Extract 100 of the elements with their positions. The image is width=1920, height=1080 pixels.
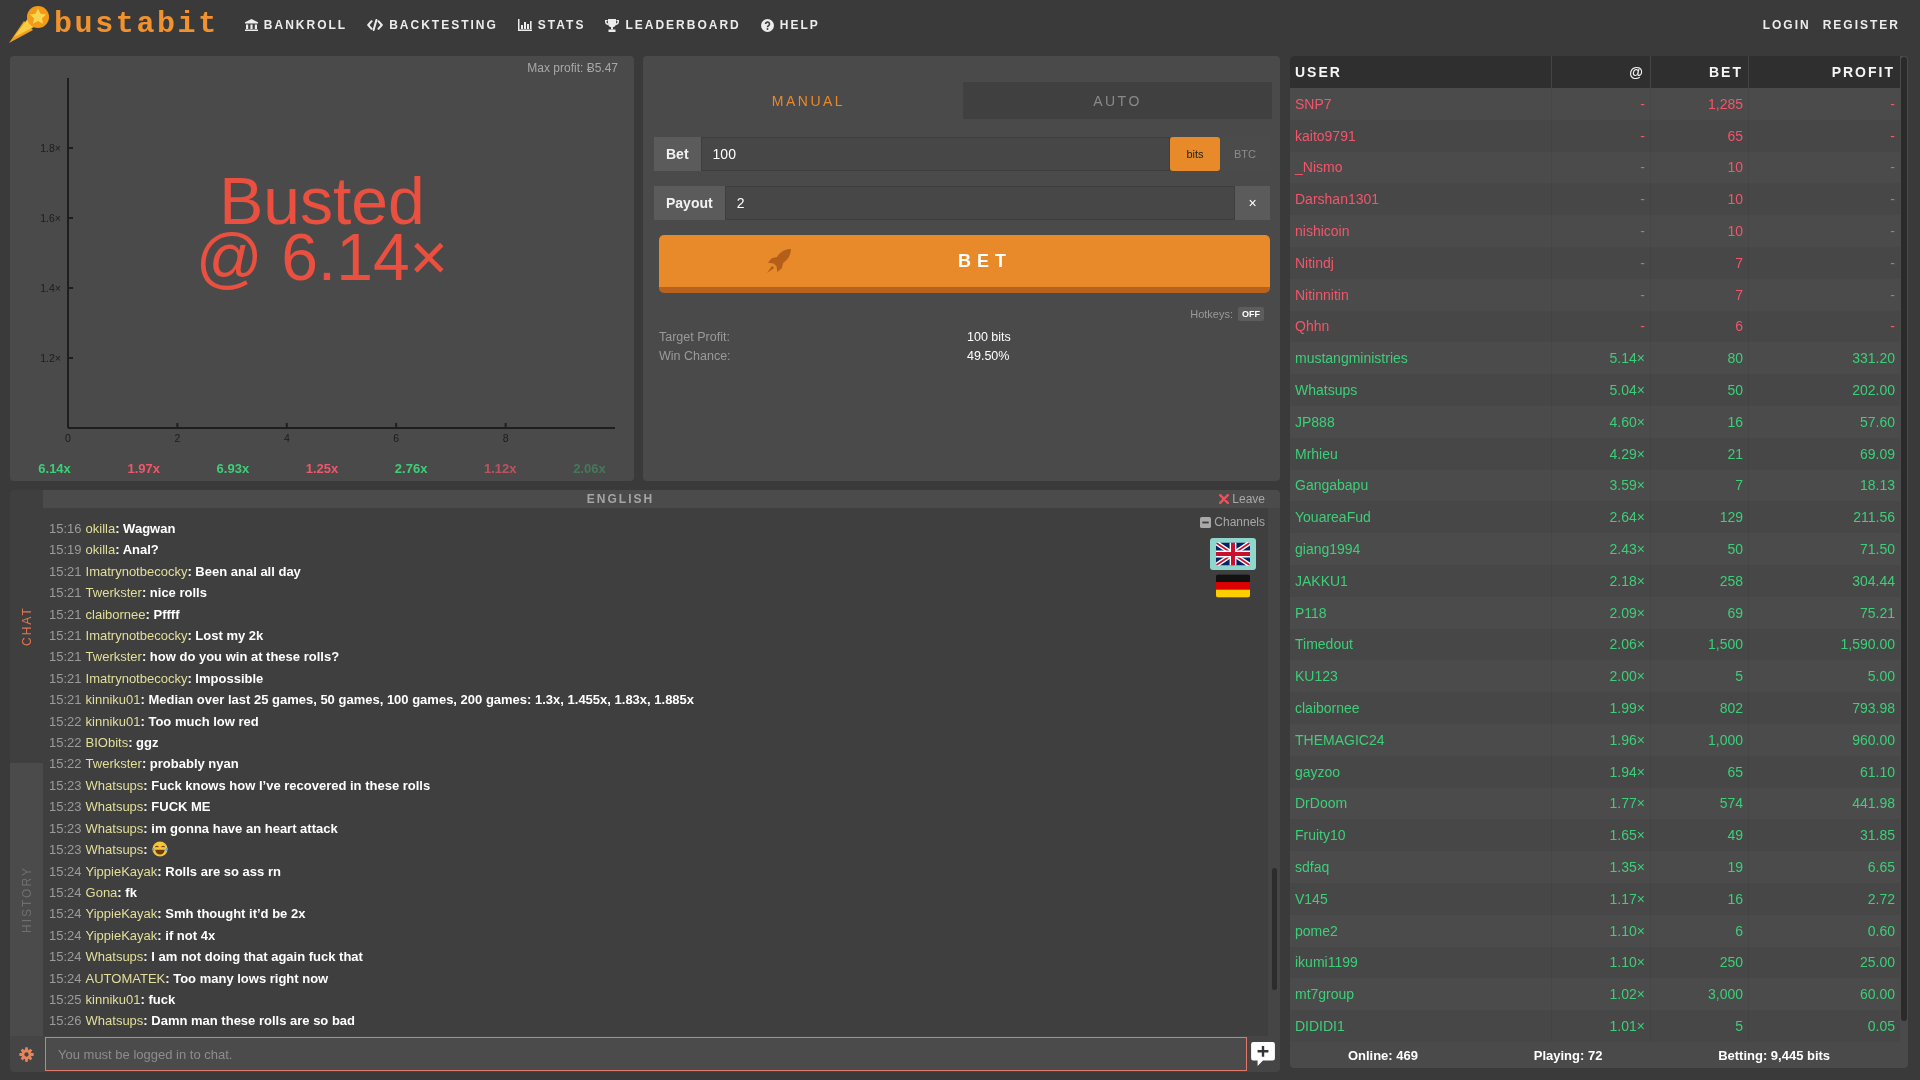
cashout-value: 2.06× (1609, 636, 1645, 653)
scrollbar-thumb[interactable] (1271, 868, 1277, 990)
player-name[interactable]: JAKKU1 (1295, 572, 1348, 589)
chat-username[interactable]: kinniku01 (85, 991, 141, 1007)
player-name[interactable]: Whatsups (1295, 382, 1358, 399)
account-link[interactable]: REGISTER (1822, 18, 1900, 32)
chat-username[interactable]: Imatrynotbecocky (85, 628, 188, 644)
mode-tab[interactable]: AUTO (963, 82, 1272, 119)
chat-input-field[interactable]: You must be logged in to chat. (45, 1037, 1247, 1071)
channel-button[interactable] (1210, 538, 1256, 570)
column-header[interactable]: PROFIT (1831, 64, 1895, 80)
column-header[interactable]: USER (1295, 64, 1342, 80)
player-name[interactable]: gayzoo (1295, 763, 1341, 780)
profit-value: - (1890, 254, 1895, 271)
chat-username[interactable]: Whatsups (85, 842, 144, 858)
chat-username[interactable]: okilla (85, 521, 116, 536)
chat-username[interactable]: Whatsups (85, 777, 144, 793)
chat-username[interactable]: okilla (85, 542, 116, 558)
player-name[interactable]: DIDIDI1 (1295, 1018, 1345, 1034)
column-header[interactable]: BET (1709, 64, 1743, 80)
player-name[interactable]: Timedout (1295, 636, 1353, 653)
player-name[interactable]: Nitindj (1295, 254, 1334, 271)
account-link[interactable]: LOGIN (1762, 18, 1811, 32)
chat-username[interactable]: Imatrynotbecocky (85, 670, 188, 686)
player-name[interactable]: _Nismo (1295, 159, 1343, 176)
player-name[interactable]: mustangministries (1295, 350, 1408, 367)
bet-button[interactable]: BET (659, 235, 1270, 293)
player-name[interactable]: JP888 (1295, 413, 1335, 430)
nav-link[interactable]: STATS (517, 18, 586, 32)
chat-username[interactable]: kinniku01 (85, 713, 141, 729)
player-name[interactable]: claibornee (1295, 700, 1360, 717)
settings-icon[interactable] (19, 1046, 34, 1062)
side-tab[interactable]: CHAT (10, 490, 43, 763)
crash-history-value[interactable]: 6.93x (216, 460, 250, 476)
player-name[interactable]: ikumi1199 (1295, 954, 1358, 971)
cashout-value: 1.65× (1609, 827, 1645, 844)
scrollbar-thumb[interactable] (1901, 57, 1907, 1021)
bet-amount-field[interactable]: 100 (700, 137, 1170, 171)
player-name[interactable]: Darshan1301 (1295, 191, 1380, 208)
chat-username[interactable]: Whatsups (85, 799, 144, 815)
chat-username[interactable]: Twerkster (85, 649, 142, 665)
crash-history-value[interactable]: 1.25x (305, 460, 339, 476)
chat-username[interactable]: Twerkster (85, 756, 142, 772)
logo-text[interactable]: bustabit (52, 6, 219, 42)
chat-username[interactable]: kinniku01 (85, 692, 141, 708)
crash-history-value[interactable]: 2.76x (394, 460, 428, 476)
player-name[interactable]: pome2 (1295, 922, 1338, 939)
comet-icon[interactable] (8, 4, 52, 44)
hotkeys-toggle[interactable]: OFF (1238, 307, 1264, 321)
player-name[interactable]: giang1994 (1295, 541, 1361, 558)
chat-username[interactable]: YippieKayak (85, 906, 158, 922)
player-name[interactable]: SNP7 (1295, 95, 1332, 112)
speech-bubble-plus-icon[interactable] (1250, 1041, 1276, 1067)
column-header[interactable]: @ (1629, 64, 1645, 80)
player-name[interactable]: Qhhn (1295, 318, 1330, 335)
player-name[interactable]: Nitinnitin (1295, 286, 1349, 303)
chat-username[interactable]: YippieKayak (85, 863, 158, 879)
crash-history-value[interactable]: 1.97x (127, 460, 160, 476)
bet-value: 19 (1727, 859, 1743, 875)
nav-link[interactable]: LEADERBOARD (605, 18, 741, 32)
chat-username[interactable]: Whatsups (85, 1013, 144, 1029)
chat-message-text: : FUCK ME (143, 799, 211, 815)
player-name[interactable]: P118 (1295, 604, 1327, 621)
crash-history-value[interactable]: 6.14x (38, 460, 71, 476)
chat-username[interactable]: Whatsups (85, 820, 144, 836)
nav-link[interactable]: BACKTESTING (367, 18, 498, 32)
channels-toggle[interactable]: Channels (1200, 514, 1265, 530)
chat-message-text: : if not 4x (157, 927, 216, 943)
player-name[interactable]: KU123 (1295, 668, 1338, 685)
clear-button[interactable]: × (1235, 186, 1270, 220)
chat-username[interactable]: claibornee (85, 606, 146, 622)
laughing-emoji-icon (151, 841, 168, 858)
player-name[interactable]: Mrhieu (1295, 445, 1338, 462)
payout-label: Payout (654, 186, 725, 220)
chat-username[interactable]: Gona (85, 884, 118, 900)
chat-username[interactable]: Whatsups (85, 949, 144, 965)
chat-username[interactable]: AUTOMATEK (85, 970, 166, 986)
unit-toggle[interactable]: bits (1170, 137, 1220, 171)
player-name[interactable]: YouareaFud (1295, 509, 1371, 526)
player-name[interactable]: DrDoom (1295, 795, 1348, 812)
nav-link[interactable]: HELP (760, 18, 820, 32)
player-name[interactable]: sdfaq (1295, 859, 1330, 875)
payout-field[interactable]: 2 (724, 186, 1235, 220)
chat-timestamp: 15:23 (49, 799, 82, 815)
player-name[interactable]: Fruity10 (1295, 827, 1346, 844)
profit-value: 60.00 (1859, 986, 1895, 1003)
chat-username[interactable]: YippieKayak (85, 927, 158, 943)
player-name[interactable]: V145 (1295, 890, 1328, 907)
leave-button[interactable]: Leave (1219, 492, 1265, 506)
chat-username[interactable]: Imatrynotbecocky (85, 563, 188, 579)
player-name[interactable]: nishicoin (1295, 223, 1350, 240)
mode-tab[interactable]: MANUAL (654, 82, 963, 119)
chat-username[interactable]: Twerkster (85, 585, 142, 601)
player-name[interactable]: Gangabapu (1295, 477, 1369, 494)
nav-link[interactable]: BANKROLL (244, 18, 348, 32)
chat-username[interactable]: BIObits (85, 735, 129, 751)
player-name[interactable]: kaito9791 (1295, 127, 1356, 144)
player-name[interactable]: THEMAGIC24 (1295, 731, 1385, 748)
profit-value: 57.60 (1859, 413, 1895, 430)
player-name[interactable]: mt7group (1295, 986, 1355, 1003)
